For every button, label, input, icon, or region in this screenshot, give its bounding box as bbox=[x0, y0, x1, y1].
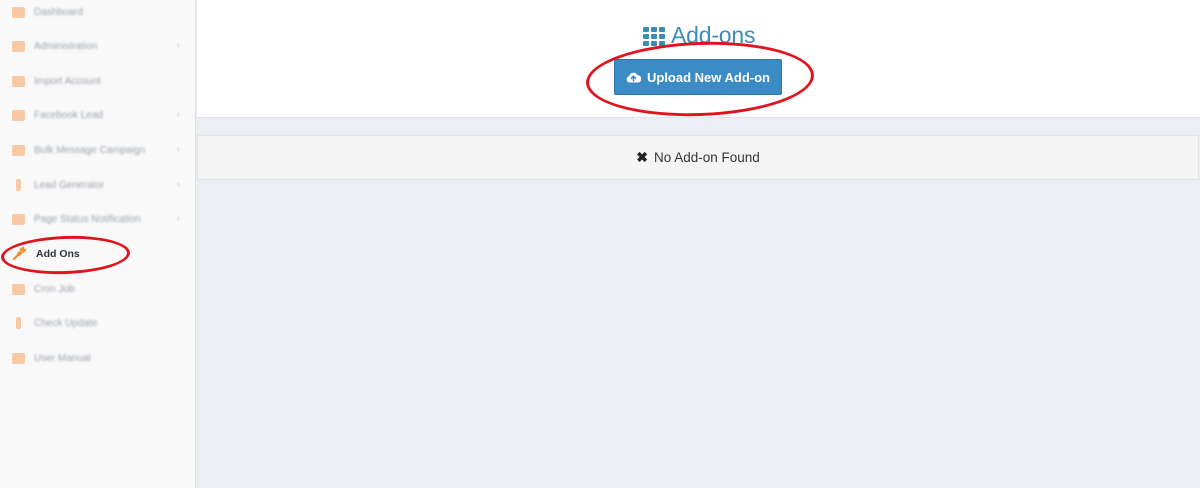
empty-state-message: No Add-on Found bbox=[653, 150, 760, 165]
chevron-right-icon: › bbox=[176, 144, 180, 155]
sidebar-item-page-status-notification[interactable]: Page Status Notification › bbox=[0, 202, 195, 236]
cron-job-icon bbox=[12, 283, 25, 295]
chevron-right-icon: › bbox=[176, 213, 180, 224]
empty-state-panel: ✖ No Add-on Found bbox=[197, 135, 1199, 180]
sidebar-item-dashboard[interactable]: Dashboard bbox=[0, 0, 195, 29]
upload-new-add-on-button[interactable]: Upload New Add-on bbox=[614, 59, 782, 95]
sidebar-item-label: Add Ons bbox=[36, 248, 80, 260]
lead-generator-icon bbox=[16, 179, 21, 191]
sidebar-item-check-update[interactable]: Check Update bbox=[0, 306, 195, 340]
sidebar-item-label: Page Status Notification bbox=[34, 213, 141, 225]
sidebar-item-label: User Manual bbox=[34, 352, 91, 364]
sidebar-item-label: Lead Generator bbox=[34, 179, 105, 191]
facebook-lead-icon bbox=[12, 109, 25, 121]
sidebar-item-label: Check Update bbox=[34, 317, 98, 329]
chevron-right-icon: › bbox=[176, 40, 180, 51]
sidebar-item-label: Import Account bbox=[34, 75, 101, 87]
sidebar-item-label: Facebook Lead bbox=[34, 109, 103, 121]
sidebar-item-lead-generator[interactable]: Lead Generator › bbox=[0, 168, 195, 202]
sidebar-item-bulk-message-campaign[interactable]: Bulk Message Campaign › bbox=[0, 133, 195, 167]
chevron-right-icon: › bbox=[176, 179, 180, 190]
grid-icon bbox=[643, 27, 665, 46]
sidebar-item-label: Dashboard bbox=[34, 6, 83, 18]
sidebar-item-cron-job[interactable]: Cron Job bbox=[0, 272, 195, 306]
sidebar-item-label: Administration bbox=[34, 40, 98, 52]
page-title-text: Add-ons bbox=[671, 22, 756, 48]
sidebar: Dashboard Administration › Import Accoun… bbox=[0, 0, 196, 488]
check-update-icon bbox=[16, 317, 21, 329]
sidebar-item-administration[interactable]: Administration › bbox=[0, 29, 195, 63]
sidebar-item-label: Bulk Message Campaign bbox=[34, 144, 146, 156]
page-title: Add-ons bbox=[643, 22, 755, 49]
sidebar-item-import-account[interactable]: Import Account bbox=[0, 64, 195, 98]
administration-icon bbox=[12, 40, 25, 52]
upload-button-label: Upload New Add-on bbox=[646, 69, 770, 85]
bulk-message-icon bbox=[12, 144, 25, 156]
chevron-right-icon: › bbox=[176, 109, 180, 120]
sidebar-item-label: Cron Job bbox=[34, 283, 75, 295]
plug-icon bbox=[11, 246, 27, 262]
import-account-icon bbox=[12, 75, 25, 87]
dashboard-icon bbox=[12, 6, 25, 18]
close-icon: ✖ bbox=[636, 149, 648, 165]
notification-icon bbox=[12, 213, 25, 225]
sidebar-item-facebook-lead[interactable]: Facebook Lead › bbox=[0, 98, 195, 132]
sidebar-item-user-manual[interactable]: User Manual bbox=[0, 341, 195, 375]
sidebar-item-add-ons[interactable]: Add Ons bbox=[0, 237, 195, 271]
user-manual-icon bbox=[12, 352, 25, 364]
cloud-upload-icon bbox=[626, 72, 641, 83]
